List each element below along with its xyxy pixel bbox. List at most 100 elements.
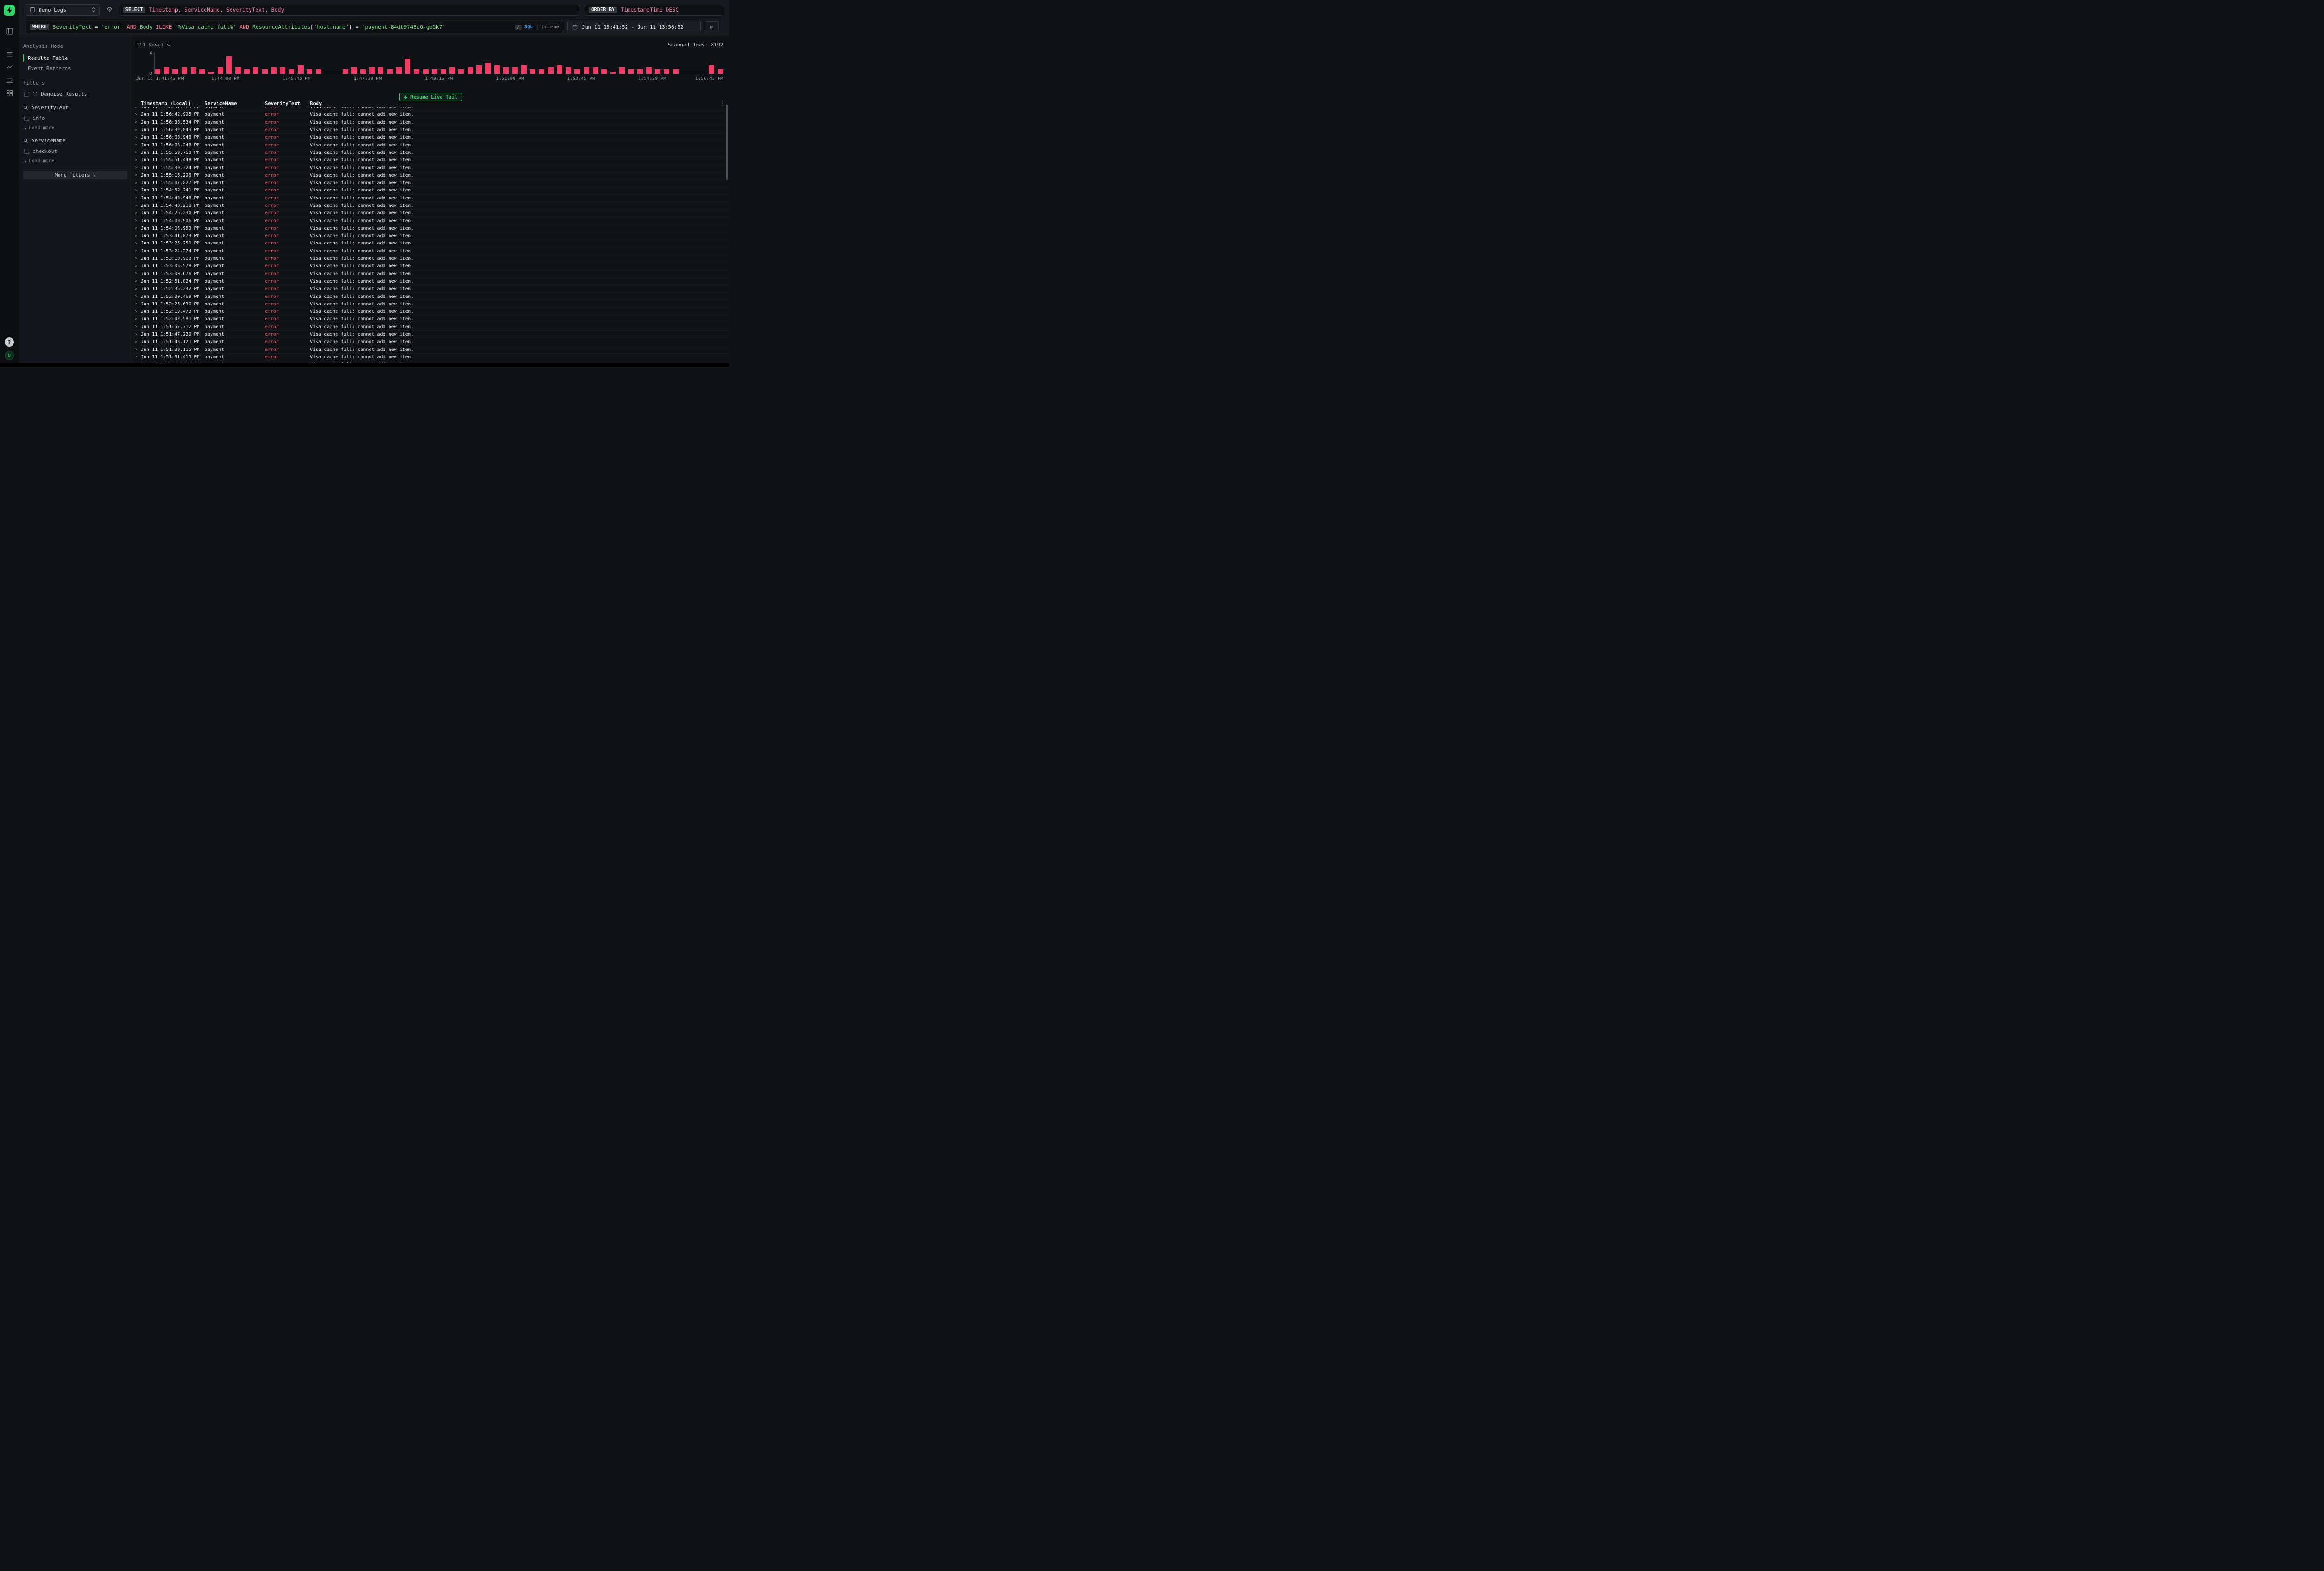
denoise-results-row[interactable]: Denoise Results: [24, 91, 127, 97]
vertical-scrollbar-thumb[interactable]: [726, 105, 728, 180]
select-query-input[interactable]: SELECT Timestamp, ServiceName, SeverityT…: [119, 4, 579, 16]
row-expand-chevron[interactable]: >: [132, 324, 141, 329]
histogram-bar[interactable]: [369, 67, 375, 74]
chart-explorer-icon[interactable]: [3, 62, 15, 73]
table-row[interactable]: >Jun 11 1:56:38.534 PMpaymenterrorVisa c…: [132, 119, 729, 126]
table-row[interactable]: >Jun 11 1:54:40.218 PMpaymenterrorVisa c…: [132, 202, 729, 210]
row-expand-chevron[interactable]: >: [132, 332, 141, 337]
table-row[interactable]: >Jun 11 1:52:25.630 PMpaymenterrorVisa c…: [132, 301, 729, 308]
load-more-severitytext[interactable]: ∨ Load more: [24, 125, 127, 131]
histogram-bar[interactable]: [289, 69, 294, 74]
dashboards-icon[interactable]: [3, 88, 15, 99]
row-expand-chevron[interactable]: >: [132, 135, 141, 140]
filter-checkbox[interactable]: [24, 116, 29, 121]
row-expand-chevron[interactable]: >: [132, 181, 141, 185]
column-resize-handle[interactable]: ⋮: [306, 101, 310, 106]
row-expand-chevron[interactable]: >: [132, 294, 141, 299]
row-expand-chevron[interactable]: >: [132, 310, 141, 314]
row-expand-chevron[interactable]: >: [132, 226, 141, 231]
table-row[interactable]: >Jun 11 1:51:57.712 PMpaymenterrorVisa c…: [132, 323, 729, 331]
table-row[interactable]: >Jun 11 1:54:52.241 PMpaymenterrorVisa c…: [132, 187, 729, 194]
histogram-bar[interactable]: [610, 72, 616, 74]
histogram-bar[interactable]: [396, 67, 402, 74]
row-expand-chevron[interactable]: >: [132, 150, 141, 155]
histogram-bar[interactable]: [360, 69, 366, 74]
table-row[interactable]: >Jun 11 1:56:42.995 PMpaymenterrorVisa c…: [132, 111, 729, 119]
histogram-bar[interactable]: [262, 69, 268, 74]
histogram-bar[interactable]: [566, 67, 571, 74]
table-row[interactable]: >Jun 11 1:55:39.324 PMpaymenterrorVisa c…: [132, 164, 729, 172]
column-resize-handle[interactable]: ⋮: [261, 101, 265, 106]
sessions-icon[interactable]: [3, 75, 15, 86]
histogram-bar[interactable]: [280, 67, 285, 74]
row-expand-chevron[interactable]: >: [132, 279, 141, 284]
load-more-servicename[interactable]: ∨ Load more: [24, 158, 127, 164]
histogram-bar[interactable]: [601, 69, 607, 74]
column-header-timestamp[interactable]: Timestamp (Local): [141, 101, 205, 107]
histogram-bar[interactable]: [593, 67, 598, 74]
table-row[interactable]: >Jun 11 1:53:05.578 PMpaymenterrorVisa c…: [132, 263, 729, 270]
histogram-bar[interactable]: [164, 67, 169, 74]
table-row[interactable]: >Jun 11 1:53:10.922 PMpaymenterrorVisa c…: [132, 255, 729, 263]
histogram-bar[interactable]: [298, 65, 304, 74]
row-expand-chevron[interactable]: >: [132, 165, 141, 170]
row-expand-chevron[interactable]: >: [132, 107, 141, 110]
row-expand-chevron[interactable]: >: [132, 241, 141, 246]
column-header-body[interactable]: ⋮Body: [310, 101, 729, 107]
row-expand-chevron[interactable]: >: [132, 264, 141, 269]
histogram-bar[interactable]: [521, 65, 527, 74]
row-expand-chevron[interactable]: >: [132, 188, 141, 193]
table-row[interactable]: >Jun 11 1:52:51.824 PMpaymenterrorVisa c…: [132, 278, 729, 285]
table-row[interactable]: >Jun 11 1:54:43.948 PMpaymenterrorVisa c…: [132, 195, 729, 202]
table-row[interactable]: >Jun 11 1:53:24.274 PMpaymenterrorVisa c…: [132, 248, 729, 255]
column-header-servicename[interactable]: ⋮ServiceName: [205, 101, 265, 107]
table-row[interactable]: >Jun 11 1:52:30.469 PMpaymenterrorVisa c…: [132, 293, 729, 300]
table-row[interactable]: >Jun 11 1:51:47.229 PMpaymenterrorVisa c…: [132, 331, 729, 338]
histogram-bar[interactable]: [182, 67, 187, 74]
histogram-bar[interactable]: [476, 65, 482, 74]
source-select[interactable]: Demo Logs: [26, 4, 100, 16]
histogram-bar[interactable]: [414, 69, 419, 74]
table-row[interactable]: >Jun 11 1:56:32.843 PMpaymenterrorVisa c…: [132, 126, 729, 134]
table-row[interactable]: >Jun 11 1:51:43.121 PMpaymenterrorVisa c…: [132, 338, 729, 346]
histogram-bar[interactable]: [664, 69, 669, 74]
histogram-bar[interactable]: [548, 67, 554, 74]
histogram-bar[interactable]: [172, 69, 178, 74]
row-expand-chevron[interactable]: >: [132, 204, 141, 208]
resume-live-tail-button[interactable]: Resume Live Tail: [399, 93, 462, 101]
histogram-bar[interactable]: [351, 67, 357, 74]
row-expand-chevron[interactable]: >: [132, 234, 141, 238]
table-row[interactable]: >Jun 11 1:54:06.953 PMpaymenterrorVisa c…: [132, 225, 729, 232]
row-expand-chevron[interactable]: >: [132, 196, 141, 200]
table-row[interactable]: >Jun 11 1:55:51.448 PMpaymenterrorVisa c…: [132, 157, 729, 164]
histogram-bar[interactable]: [557, 65, 562, 74]
row-expand-chevron[interactable]: >: [132, 249, 141, 253]
lang-sql-option[interactable]: SQL: [524, 24, 533, 30]
table-row[interactable]: >Jun 11 1:52:02.581 PMpaymenterrorVisa c…: [132, 316, 729, 323]
row-expand-chevron[interactable]: >: [132, 143, 141, 147]
histogram-bar[interactable]: [574, 69, 580, 74]
histogram-bar[interactable]: [378, 67, 383, 74]
table-row[interactable]: >Jun 11 1:53:00.676 PMpaymenterrorVisa c…: [132, 271, 729, 278]
settings-gear-icon[interactable]: ⚙: [106, 6, 113, 13]
histogram-bar[interactable]: [235, 67, 241, 74]
histogram-bar[interactable]: [655, 69, 660, 74]
table-row[interactable]: >Jun 11 1:52:35.232 PMpaymenterrorVisa c…: [132, 285, 729, 293]
logs-panel-icon[interactable]: [3, 26, 15, 37]
row-expand-chevron[interactable]: >: [132, 211, 141, 216]
histogram-bar[interactable]: [619, 67, 625, 74]
row-expand-chevron[interactable]: >: [132, 347, 141, 352]
row-expand-chevron[interactable]: >: [132, 218, 141, 223]
histogram-bar[interactable]: [253, 67, 258, 74]
row-expand-chevron[interactable]: >: [132, 302, 141, 306]
where-query-input[interactable]: WHERE SeverityText = 'error' AND Body IL…: [26, 21, 563, 33]
histogram-bar[interactable]: [191, 67, 196, 74]
histogram-bar[interactable]: [539, 69, 544, 74]
histogram-bar[interactable]: [199, 69, 205, 74]
table-options-icon[interactable]: ⋮: [720, 101, 726, 106]
table-row[interactable]: >Jun 11 1:52:19.473 PMpaymenterrorVisa c…: [132, 308, 729, 316]
table-row[interactable]: >Jun 11 1:56:08.948 PMpaymenterrorVisa c…: [132, 134, 729, 141]
event-list-icon[interactable]: [3, 49, 15, 59]
run-query-button[interactable]: ▷: [705, 21, 719, 33]
row-expand-chevron[interactable]: >: [132, 287, 141, 291]
